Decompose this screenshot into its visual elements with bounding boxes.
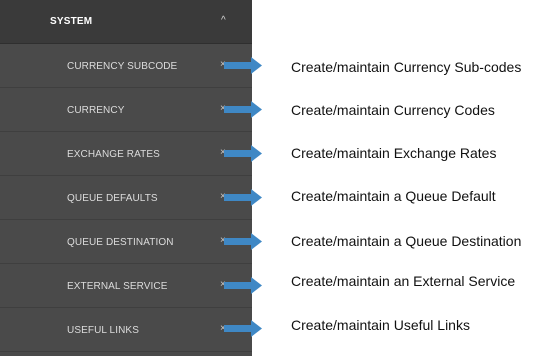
arrow-right-icon: [224, 145, 262, 162]
arrow-right-icon: [224, 233, 262, 250]
menu-item-exchange-rates[interactable]: EXCHANGE RATES ×: [0, 132, 252, 176]
arrow-right-icon: [224, 101, 262, 118]
description-external-service: Create/maintain an External Service: [291, 273, 516, 289]
system-sidebar: SYSTEM ^ CURRENCY SUBCODE × CURRENCY × E…: [0, 0, 252, 356]
arrow-right-icon: [224, 57, 262, 74]
arrow-right-icon: [224, 320, 262, 337]
menu-item-queue-destination[interactable]: QUEUE DESTINATION ×: [0, 220, 252, 264]
description-queue-destination: Create/maintain a Queue Destination: [291, 233, 522, 249]
description-currency: Create/maintain Currency Codes: [291, 102, 495, 118]
menu-item-label: EXTERNAL SERVICE: [67, 281, 168, 292]
system-section-header[interactable]: SYSTEM ^: [0, 0, 252, 44]
menu-item-label: CURRENCY: [67, 105, 125, 116]
description-queue-defaults: Create/maintain a Queue Default: [291, 188, 496, 204]
menu-item-useful-links[interactable]: USEFUL LINKS ×: [0, 308, 252, 352]
arrow-right-icon: [224, 189, 262, 206]
menu-item-label: USEFUL LINKS: [67, 325, 139, 336]
menu-item-label: EXCHANGE RATES: [67, 149, 160, 160]
menu-item-label: QUEUE DEFAULTS: [67, 193, 158, 204]
menu-item-label: CURRENCY SUBCODE: [67, 61, 178, 72]
menu-item-currency[interactable]: CURRENCY ×: [0, 88, 252, 132]
menu-item-external-service[interactable]: EXTERNAL SERVICE ×: [0, 264, 252, 308]
description-exchange-rates: Create/maintain Exchange Rates: [291, 145, 497, 161]
description-useful-links: Create/maintain Useful Links: [291, 317, 470, 333]
system-label: SYSTEM: [50, 16, 93, 27]
description-currency-subcode: Create/maintain Currency Sub-codes: [291, 59, 522, 75]
chevron-up-icon[interactable]: ^: [221, 15, 226, 26]
menu-item-label: QUEUE DESTINATION: [67, 237, 174, 248]
menu-item-currency-subcode[interactable]: CURRENCY SUBCODE ×: [0, 44, 252, 88]
arrow-right-icon: [224, 277, 262, 294]
menu-item-queue-defaults[interactable]: QUEUE DEFAULTS ×: [0, 176, 252, 220]
